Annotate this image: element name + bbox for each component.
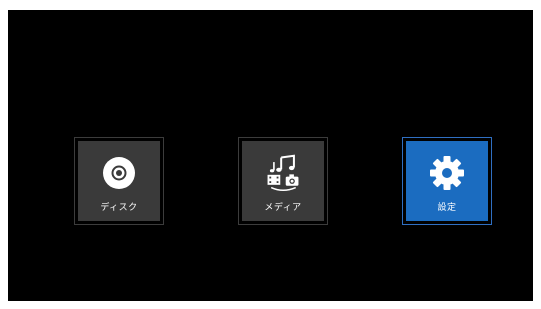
- media-tile-frame: メディア: [238, 137, 328, 225]
- disc-tile-label: ディスク: [100, 203, 138, 213]
- settings-tile[interactable]: 設定: [406, 141, 488, 221]
- disc-icon: [99, 153, 139, 193]
- media-icon: [263, 153, 303, 193]
- disc-tile[interactable]: ディスク: [78, 141, 160, 221]
- tv-home-screen: ディスク メディア 設定: [8, 10, 533, 301]
- settings-tile-frame: 設定: [402, 137, 492, 225]
- media-tile-label: メディア: [264, 203, 302, 213]
- settings-tile-label: 設定: [437, 203, 457, 213]
- media-tile[interactable]: メディア: [242, 141, 324, 221]
- settings-gear-icon: [427, 153, 467, 193]
- disc-tile-frame: ディスク: [74, 137, 164, 225]
